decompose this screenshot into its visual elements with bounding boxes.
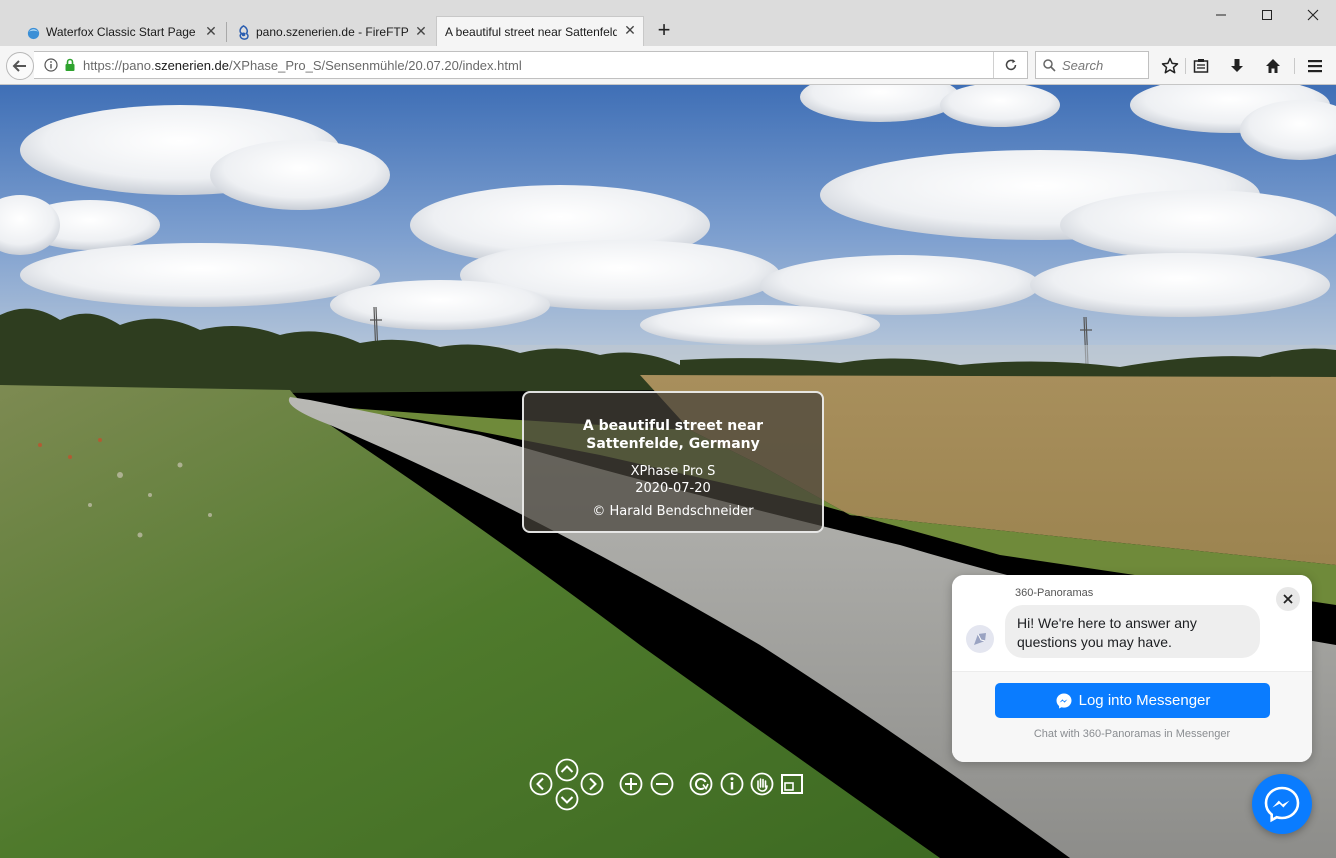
navigation-toolbar: https://pano.szenerien.de/XPhase_Pro_S/S… <box>0 46 1336 85</box>
messenger-greeting-area: 360-Panoramas Hi! We're here to answer a… <box>952 575 1312 671</box>
url-text[interactable]: https://pano.szenerien.de/XPhase_Pro_S/S… <box>83 58 522 73</box>
toolbar-separator <box>1294 58 1295 74</box>
close-chat-button[interactable] <box>1276 587 1300 611</box>
search-icon <box>1043 58 1056 72</box>
url-path: /XPhase_Pro_S/Sensenmühle/20.07.20/index… <box>229 57 522 73</box>
downloads-button[interactable] <box>1227 56 1247 76</box>
minimize-button[interactable] <box>1211 6 1231 26</box>
capture-date: 2020-07-20 <box>635 481 711 496</box>
close-icon <box>1283 594 1293 604</box>
new-tab-button[interactable]: + <box>652 19 676 43</box>
back-button[interactable] <box>6 52 34 80</box>
close-window-button[interactable] <box>1303 6 1323 26</box>
camera-name: XPhase Pro S <box>630 464 716 479</box>
home-button[interactable] <box>1263 56 1283 76</box>
messenger-page-name: 360-Panoramas <box>1015 587 1094 599</box>
tab-close-icon[interactable]: ✕ <box>414 24 428 38</box>
panorama-title-line2: Sattenfelde, Germany <box>586 436 760 452</box>
tab-separator <box>226 22 227 42</box>
messenger-icon <box>1264 786 1300 823</box>
bookmark-star-button[interactable] <box>1160 56 1180 76</box>
info-icon[interactable] <box>720 772 744 796</box>
tab-label: A beautiful street near Sattenfelde <box>445 24 617 39</box>
maximize-button[interactable] <box>1257 6 1277 26</box>
back-arrow-icon <box>12 60 26 72</box>
zoom-in-icon[interactable] <box>619 772 643 796</box>
copyright-text: © Harald Bendschneider <box>592 504 754 519</box>
fullscreen-icon[interactable] <box>780 772 804 796</box>
fireftp-icon <box>239 25 249 40</box>
waterfox-icon <box>27 27 40 40</box>
lock-icon[interactable] <box>64 58 76 72</box>
tab-fireftp[interactable]: pano.szenerien.de - FireFTP ✕ <box>230 18 434 46</box>
messenger-chat-card: 360-Panoramas Hi! We're here to answer a… <box>952 575 1312 762</box>
close-icon <box>1307 9 1319 21</box>
pan-right-icon[interactable] <box>580 772 604 796</box>
autorotate-icon[interactable] <box>689 772 713 796</box>
tab-waterfox-start[interactable]: Waterfox Classic Start Page ✕ <box>20 18 224 46</box>
messenger-login-area: Log into Messenger Chat with 360-Panoram… <box>952 671 1312 762</box>
page-avatar <box>966 625 994 653</box>
home-icon <box>1266 59 1280 73</box>
url-prefix: https://pano. <box>83 57 155 73</box>
greeting-bubble: Hi! We're here to answer any questions y… <box>1005 605 1260 658</box>
tab-close-icon[interactable]: ✕ <box>204 24 218 38</box>
info-icon[interactable] <box>44 58 58 72</box>
url-domain: szenerien.de <box>154 57 230 73</box>
maximize-icon <box>1262 10 1272 20</box>
panorama-title-line1: A beautiful street near <box>582 418 764 434</box>
tab-label: Waterfox Classic Start Page <box>46 25 196 39</box>
pan-up-icon[interactable] <box>555 758 579 782</box>
tab-close-icon[interactable]: ✕ <box>623 23 637 37</box>
page-avatar-icon <box>974 633 986 645</box>
reload-button[interactable] <box>993 52 1027 78</box>
panorama-title: A beautiful street near Sattenfelde, Ger… <box>524 417 822 453</box>
pan-left-icon[interactable] <box>529 772 553 796</box>
menu-button[interactable] <box>1305 56 1325 76</box>
reading-list-button[interactable] <box>1191 56 1211 76</box>
toolbar-separator <box>1185 58 1186 74</box>
viewer-controls <box>528 758 808 814</box>
search-input[interactable] <box>1062 57 1142 73</box>
messenger-launcher-button[interactable] <box>1252 774 1312 834</box>
reading-list-icon <box>1193 59 1209 73</box>
login-button-label: Log into Messenger <box>1078 692 1211 709</box>
reload-icon <box>1005 59 1016 71</box>
messenger-subtext: Chat with 360-Panoramas in Messenger <box>1033 728 1231 740</box>
minimize-icon <box>1216 14 1226 16</box>
hand-drag-mode-icon[interactable] <box>750 772 774 796</box>
star-icon <box>1161 57 1179 74</box>
tab-bar: Waterfox Classic Start Page ✕ pano.szene… <box>0 0 1336 46</box>
pan-down-icon[interactable] <box>555 787 579 811</box>
tab-label: pano.szenerien.de - FireFTP <box>256 25 409 39</box>
search-bar[interactable] <box>1035 51 1149 79</box>
tab-panorama-active[interactable]: A beautiful street near Sattenfelde ✕ <box>436 16 644 46</box>
url-bar[interactable]: https://pano.szenerien.de/XPhase_Pro_S/S… <box>34 51 1028 79</box>
download-icon <box>1231 59 1243 72</box>
panorama-info-box: A beautiful street near Sattenfelde, Ger… <box>522 391 824 533</box>
zoom-out-icon[interactable] <box>650 772 674 796</box>
log-into-messenger-button[interactable]: Log into Messenger <box>995 683 1270 718</box>
messenger-icon <box>1056 693 1072 708</box>
menu-icon <box>1308 60 1322 73</box>
